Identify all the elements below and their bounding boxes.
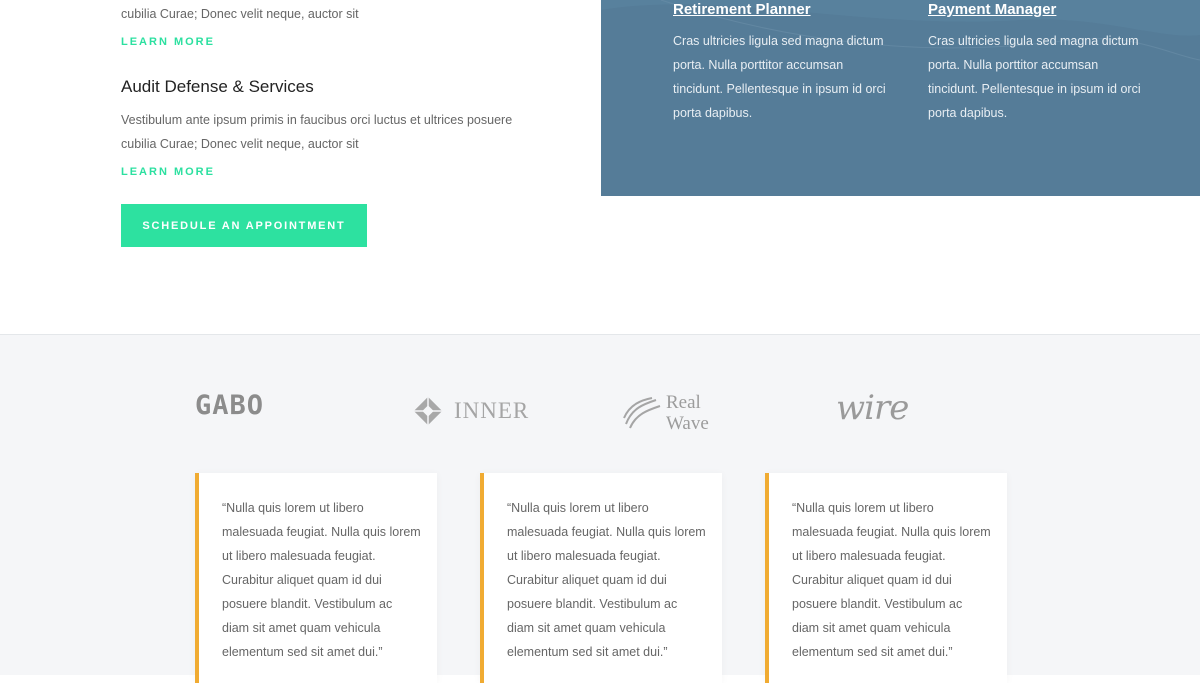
realwave-line-1: Real <box>666 392 701 413</box>
testimonial-card: “Nulla quis lorem ut libero malesuada fe… <box>765 473 1007 683</box>
feature-description: Cras ultricies ligula sed magna dictum p… <box>928 34 1141 120</box>
service-description: cubilia Curae; Donec velit neque, auctor… <box>121 7 359 21</box>
feature-title-link[interactable]: Retirement Planner <box>673 0 811 20</box>
inner-logo: INNER <box>410 393 529 429</box>
gabo-logo: GABO <box>195 390 264 421</box>
learn-more-link[interactable]: LEARN MORE <box>121 166 215 178</box>
learn-more-link[interactable]: LEARN MORE <box>121 36 215 48</box>
services-section: cubilia Curae; Donec velit neque, auctor… <box>0 0 1200 334</box>
realwave-line-2: Wave <box>666 413 709 434</box>
testimonial-quote: “Nulla quis lorem ut libero malesuada fe… <box>222 501 421 659</box>
testimonial-card: “Nulla quis lorem ut libero malesuada fe… <box>480 473 722 683</box>
schedule-appointment-button[interactable]: SCHEDULE AN APPOINTMENT <box>121 204 367 247</box>
inner-logo-text: INNER <box>454 398 530 423</box>
wire-logo: wire <box>836 388 909 428</box>
gabo-logo-text: GABO <box>195 390 265 421</box>
testimonial-card: “Nulla quis lorem ut libero malesuada fe… <box>195 473 437 683</box>
realwave-logo-text: Real Wave <box>666 392 709 434</box>
service-description: Vestibulum ante ipsum primis in faucibus… <box>121 113 513 151</box>
feature-description: Cras ultricies ligula sed magna dictum p… <box>673 34 886 120</box>
testimonial-quote: “Nulla quis lorem ut libero malesuada fe… <box>792 501 991 659</box>
diamond-icon <box>413 396 443 426</box>
wire-logo-text: wire <box>836 388 909 428</box>
wave-icon <box>623 397 661 429</box>
realwave-logo: Real Wave <box>622 392 709 434</box>
testimonial-quote: “Nulla quis lorem ut libero malesuada fe… <box>507 501 706 659</box>
features-panel: Retirement Planner Cras ultricies ligula… <box>601 0 1200 196</box>
feature-title-link[interactable]: Payment Manager <box>928 0 1056 20</box>
service-title: Audit Defense & Services <box>121 77 314 96</box>
